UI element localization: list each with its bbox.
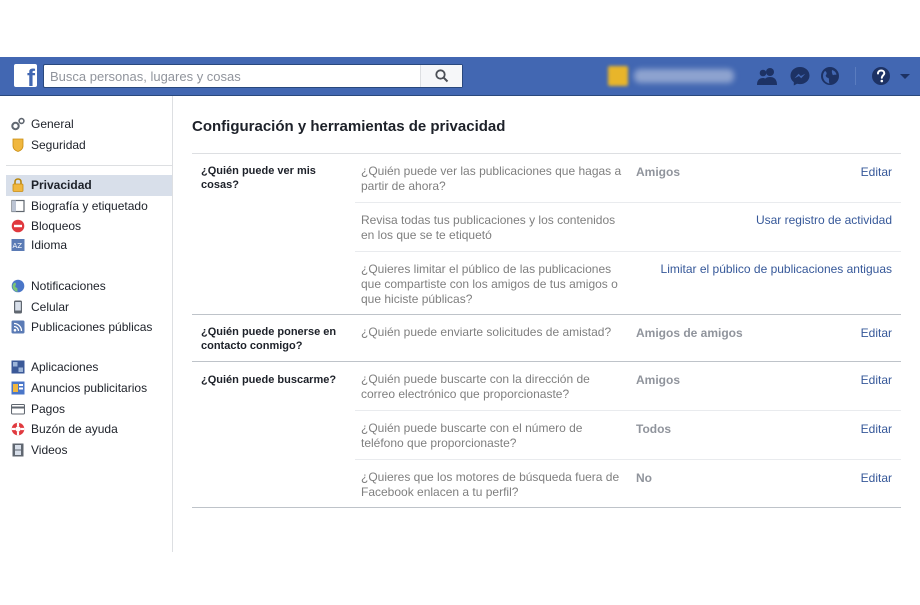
sidebar-item-timeline-tagging[interactable]: Biografía y etiquetado	[6, 196, 172, 217]
page-title: Configuración y herramientas de privacid…	[192, 118, 506, 135]
sidebar-item-public-posts[interactable]: Publicaciones públicas	[6, 317, 172, 338]
section-label-who-can-see: ¿Quién puede ver mis cosas?	[201, 165, 316, 191]
edit-link[interactable]: Editar	[861, 373, 892, 387]
section-divider	[192, 314, 901, 315]
section-divider	[192, 361, 901, 362]
sidebar-item-security[interactable]: Seguridad	[6, 135, 172, 156]
lock-icon	[12, 178, 24, 192]
profile-name-blurred	[634, 69, 734, 83]
section-divider	[192, 507, 901, 508]
setting-value: Todos	[636, 422, 672, 436]
setting-value: Amigos de amigos	[636, 326, 743, 340]
setting-question: ¿Quieres que los motores de búsqueda fue…	[361, 470, 620, 499]
sidebar-item-language[interactable]: AZ Idioma	[6, 235, 172, 256]
setting-question: Revisa todas tus publicaciones y los con…	[361, 213, 616, 242]
section-label-who-can-find: ¿Quién puede buscarme?	[201, 374, 337, 386]
edit-link[interactable]: Editar	[861, 326, 892, 340]
avatar	[608, 66, 628, 86]
setting-question: ¿Quién puede ver las publicaciones que h…	[361, 164, 622, 193]
sidebar-item-videos[interactable]: Videos	[6, 440, 172, 461]
setting-value: Amigos	[636, 373, 681, 387]
search-box	[43, 64, 463, 88]
limit-past-posts-link[interactable]: Limitar el público de publicaciones anti…	[661, 262, 892, 276]
sidebar-item-mobile[interactable]: Celular	[6, 297, 172, 318]
row-divider	[355, 251, 901, 252]
sidebar-item-label: Anuncios publicitarios	[31, 381, 148, 395]
edit-link[interactable]: Editar	[861, 422, 892, 436]
shield-icon	[12, 138, 24, 152]
mobile-icon	[14, 300, 22, 314]
setting-value: No	[636, 471, 652, 485]
lifebuoy-icon	[11, 422, 25, 436]
sidebar-item-notifications[interactable]: Notificaciones	[6, 276, 172, 297]
edit-link[interactable]: Editar	[861, 165, 892, 179]
profile-link[interactable]	[608, 66, 742, 86]
row-divider	[355, 410, 901, 411]
language-icon: AZ	[11, 239, 25, 251]
film-icon	[12, 443, 24, 457]
section-divider	[192, 153, 901, 154]
sidebar-item-ads[interactable]: Anuncios publicitarios	[6, 378, 172, 399]
help-icon[interactable]	[870, 66, 892, 86]
top-navigation-bar: f	[0, 57, 920, 96]
search-input[interactable]	[44, 65, 422, 87]
sidebar-item-blocking[interactable]: Bloqueos	[6, 216, 172, 237]
sidebar-item-label: Videos	[31, 443, 68, 457]
row-divider	[355, 202, 901, 203]
settings-sidebar: General Seguridad Privacidad Biografía y…	[0, 96, 173, 552]
search-button[interactable]	[420, 65, 462, 87]
nav-divider	[855, 67, 856, 85]
edit-link[interactable]: Editar	[861, 471, 892, 485]
setting-question: ¿Quién puede enviarte solicitudes de ami…	[361, 325, 612, 339]
sidebar-item-label: Bloqueos	[31, 219, 82, 233]
rss-icon	[11, 320, 25, 334]
setting-question: ¿Quién puede buscarte con el número de t…	[361, 421, 583, 450]
caret-down-icon[interactable]	[898, 66, 912, 86]
sidebar-item-label: Privacidad	[31, 178, 92, 192]
card-icon	[11, 403, 25, 415]
sidebar-item-support-inbox[interactable]: Buzón de ayuda	[6, 419, 172, 440]
sidebar-item-label: Idioma	[31, 238, 68, 252]
timeline-icon	[11, 199, 25, 213]
row-divider	[355, 459, 901, 460]
sidebar-item-label: General	[31, 117, 74, 131]
sidebar-item-label: Celular	[31, 300, 70, 314]
globe-notifications-icon[interactable]	[819, 66, 841, 86]
gear-icon	[11, 117, 25, 131]
sidebar-item-label: Aplicaciones	[31, 360, 99, 374]
activity-log-link[interactable]: Usar registro de actividad	[756, 213, 892, 227]
svg-text:AZ: AZ	[13, 242, 23, 250]
search-icon	[435, 69, 449, 83]
friend-requests-icon[interactable]	[756, 66, 778, 86]
section-label-who-can-contact: ¿Quién puede ponerse en contacto conmigo…	[201, 326, 337, 352]
sidebar-item-general[interactable]: General	[6, 114, 172, 135]
sidebar-item-label: Pagos	[31, 402, 66, 416]
sidebar-item-apps[interactable]: Aplicaciones	[6, 357, 172, 378]
ads-icon	[11, 381, 25, 395]
block-icon	[11, 219, 25, 233]
sidebar-item-label: Publicaciones públicas	[31, 320, 153, 334]
sidebar-divider	[6, 165, 172, 166]
sidebar-item-label: Seguridad	[31, 138, 86, 152]
setting-question: ¿Quieres limitar el público de las publi…	[361, 262, 618, 306]
setting-question: ¿Quién puede buscarte con la dirección d…	[361, 372, 590, 401]
setting-value: Amigos	[636, 165, 681, 179]
sidebar-item-label: Buzón de ayuda	[31, 422, 118, 436]
sidebar-item-privacy[interactable]: Privacidad	[6, 175, 172, 196]
sidebar-item-label: Notificaciones	[31, 279, 106, 293]
sidebar-item-payments[interactable]: Pagos	[6, 399, 172, 420]
sidebar-item-label: Biografía y etiquetado	[31, 199, 148, 213]
globe-icon	[11, 279, 25, 293]
apps-icon	[11, 360, 25, 374]
messenger-icon[interactable]	[789, 66, 811, 86]
facebook-logo-icon[interactable]: f	[14, 64, 37, 87]
